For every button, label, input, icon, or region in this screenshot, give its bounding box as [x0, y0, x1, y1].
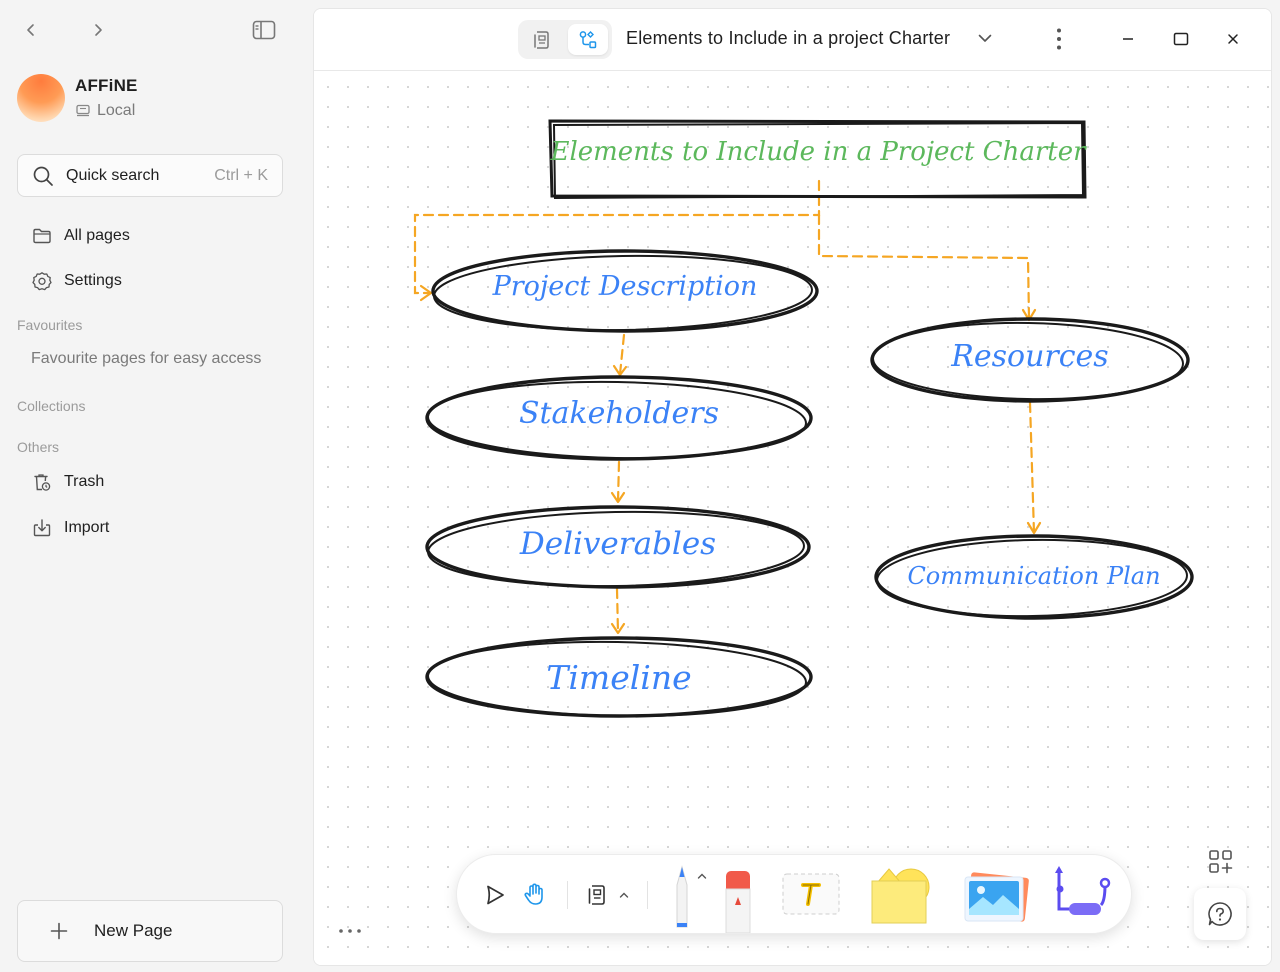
toolbar-divider [567, 881, 568, 909]
node-deliverables[interactable]: Deliverables [426, 526, 810, 562]
new-page-label: New Page [94, 921, 173, 940]
collections-section-title[interactable]: Collections [17, 398, 85, 414]
chevron-down-icon [978, 34, 992, 42]
close-icon [1228, 34, 1238, 44]
more-tools-button[interactable] [338, 917, 362, 940]
sidebar-item-label: Import [64, 519, 110, 536]
chevron-up-icon [619, 892, 629, 898]
text-icon [782, 873, 840, 915]
eraser-icon [725, 871, 751, 933]
maximize-window-button[interactable] [1166, 24, 1196, 54]
page-mode-button[interactable] [522, 24, 562, 55]
node-resources[interactable]: Resources [872, 339, 1188, 374]
chevron-left-icon [27, 24, 34, 36]
add-block-button[interactable] [1208, 849, 1234, 875]
page-mode-icon [534, 30, 549, 49]
sidebar-item-trash[interactable]: Trash [17, 463, 283, 501]
workspace-name: AFFiNE [75, 76, 138, 95]
favourites-section-title: Favourites [17, 317, 83, 333]
chevron-up-icon [697, 873, 707, 879]
sidebar-toggle-icon [252, 20, 276, 40]
help-icon [1208, 902, 1232, 926]
document-title[interactable]: Elements to Include in a project Charter [626, 28, 950, 49]
node-timeline[interactable]: Timeline [427, 658, 811, 697]
sidebar-item-label: Trash [64, 473, 105, 490]
favourites-empty-hint: Favourite pages for easy access [31, 350, 262, 367]
frame-tool-expand[interactable] [615, 885, 633, 905]
more-vertical-icon [1057, 28, 1061, 50]
new-page-button[interactable]: New Page [17, 900, 283, 962]
text-tool-button[interactable] [782, 873, 840, 915]
node-outlines [425, 249, 1194, 718]
sidebar-item-label: Settings [64, 272, 122, 289]
quick-search-button[interactable]: Quick search Ctrl + K [17, 154, 283, 197]
select-tool-button[interactable] [479, 879, 511, 911]
connector-icon [1055, 866, 1111, 915]
frame-tool-button[interactable] [581, 879, 613, 911]
grid-add-icon [1209, 850, 1233, 874]
toolbar-divider [647, 881, 648, 909]
trash-icon [34, 474, 51, 491]
shape-tool-button[interactable] [867, 865, 935, 927]
workspace-mode: Local [97, 102, 136, 119]
pointer-icon [487, 885, 504, 905]
eraser-tool-button[interactable] [723, 869, 753, 933]
close-window-button[interactable] [1218, 24, 1248, 54]
connector-title-resources [817, 213, 1031, 321]
pen-tool-expand[interactable] [695, 869, 709, 883]
forward-button[interactable] [84, 16, 112, 44]
frame-icon [588, 885, 605, 905]
chevron-right-icon [95, 24, 102, 36]
node-project-description[interactable]: Project Description [433, 271, 817, 302]
gear-icon [32, 272, 52, 291]
minimize-icon [1123, 38, 1133, 40]
connector-resources-communication-plan [1028, 401, 1036, 535]
quick-search-shortcut: Ctrl + K [214, 166, 268, 184]
hand-icon [524, 883, 543, 905]
image-tool-button[interactable] [961, 869, 1029, 925]
sidebar-item-settings[interactable]: Settings [17, 262, 283, 300]
folder-icon [33, 228, 51, 244]
node-stakeholders[interactable]: Stakeholders [427, 396, 811, 431]
sidebar-item-import[interactable]: Import [17, 509, 283, 547]
sidebar-item-all-pages[interactable]: All pages [17, 217, 283, 255]
workspace-avatar [17, 74, 65, 122]
local-storage-icon [76, 104, 90, 117]
maximize-icon [1173, 32, 1189, 46]
sidebar-item-label: All pages [64, 227, 130, 244]
search-icon [33, 166, 53, 186]
pen-icon [676, 865, 688, 928]
hand-tool-button[interactable] [519, 879, 551, 911]
edgeless-mode-button[interactable] [568, 24, 608, 55]
connector-tool-button[interactable] [1051, 863, 1111, 921]
import-icon [33, 519, 51, 537]
title-menu-button[interactable] [976, 29, 994, 52]
connector-deliverables-timeline [615, 587, 620, 635]
editor-mode-switch [518, 20, 612, 59]
plus-icon [50, 922, 68, 940]
header-bar: Elements to Include in a project Charter [314, 9, 1271, 71]
sidebar: AFFiNE Local Quick search Ctrl + K All p… [0, 0, 300, 972]
others-section-title: Others [17, 439, 60, 455]
help-button[interactable] [1194, 888, 1246, 940]
quick-search-label: Quick search [66, 166, 160, 184]
connector-stakeholders-deliverables [616, 460, 621, 503]
node-communication-plan[interactable]: Communication Plan [876, 562, 1192, 590]
edgeless-mode-icon [579, 30, 597, 48]
whiteboard-drawing [413, 119, 1194, 718]
minimize-window-button[interactable] [1113, 24, 1143, 54]
edgeless-toolbar [456, 854, 1132, 934]
pen-tool-button[interactable] [667, 863, 697, 933]
edgeless-canvas[interactable]: Elements to Include in a Project Charter… [314, 71, 1271, 965]
back-button[interactable] [17, 16, 45, 44]
image-icon [964, 872, 1029, 922]
more-horizontal-icon [339, 929, 361, 933]
toggle-sidebar-button[interactable] [250, 16, 278, 44]
workspace-card[interactable]: AFFiNE Local [17, 74, 138, 122]
connector-project-description-stakeholders [618, 333, 626, 376]
more-options-button[interactable] [1047, 24, 1071, 54]
sticky-note-icon [871, 868, 930, 924]
editor-window: Elements to Include in a project Charter [313, 8, 1272, 966]
title-box-text[interactable]: Elements to Include in a Project Charter [550, 137, 1086, 167]
